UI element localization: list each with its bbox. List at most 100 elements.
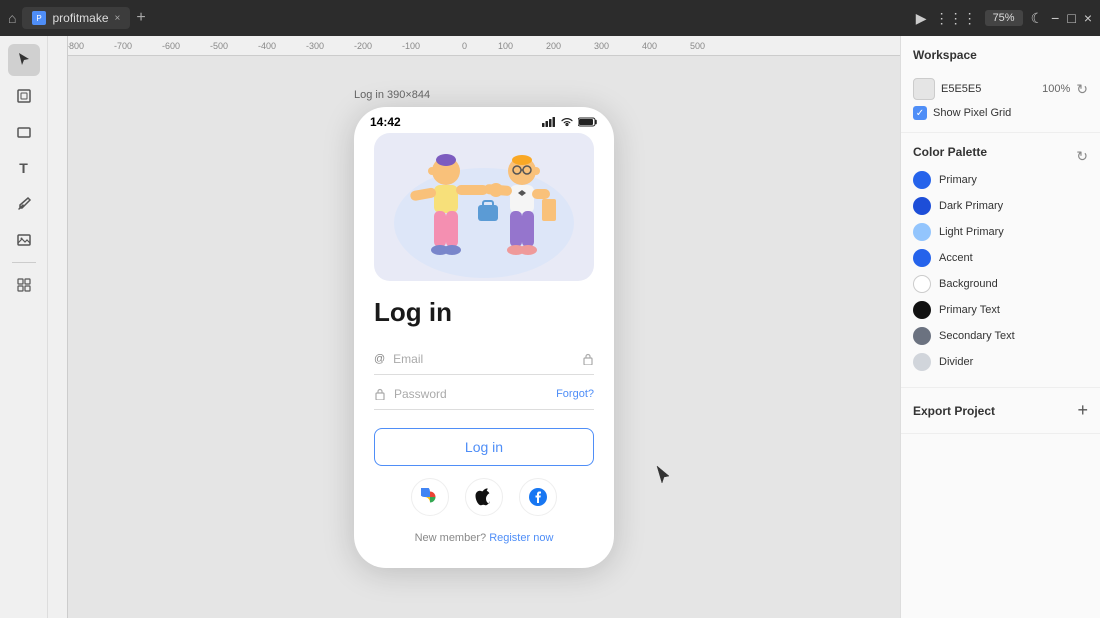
battery-icon bbox=[578, 117, 598, 127]
palette-item[interactable]: Accent bbox=[913, 245, 1088, 271]
frame-icon bbox=[16, 88, 32, 104]
zoom-badge[interactable]: 75% bbox=[985, 10, 1023, 26]
palette-item[interactable]: Background bbox=[913, 271, 1088, 297]
palette-color-label: Accent bbox=[939, 252, 973, 264]
grid-icon[interactable]: ⋮⋮⋮ bbox=[935, 10, 977, 27]
palette-color-label: Primary bbox=[939, 174, 977, 186]
ruler-horizontal: -800 -700 -600 -500 -400 -300 -200 -100 … bbox=[48, 36, 900, 56]
palette-item[interactable]: Divider bbox=[913, 349, 1088, 375]
rectangle-tool[interactable] bbox=[8, 116, 40, 148]
play-icon[interactable]: ▶ bbox=[916, 10, 927, 27]
phone-status-bar: 14:42 bbox=[354, 107, 614, 133]
add-tab-button[interactable]: + bbox=[136, 9, 145, 27]
palette-item[interactable]: Secondary Text bbox=[913, 323, 1088, 349]
lock-icon bbox=[582, 353, 594, 365]
palette-header: Color Palette ↻ bbox=[913, 145, 1088, 167]
frame-tool[interactable] bbox=[8, 80, 40, 112]
right-panel: Workspace E5E5E5 100% ↻ ✓ Show Pixel Gri… bbox=[900, 36, 1100, 618]
pixel-grid-label: Show Pixel Grid bbox=[933, 107, 1011, 119]
new-member-text: New member? bbox=[415, 532, 487, 544]
svg-text:P: P bbox=[37, 14, 42, 23]
register-link[interactable]: Register now bbox=[489, 532, 553, 544]
color-palette-section: Color Palette ↻ Primary Dark Primary Light… bbox=[901, 133, 1100, 388]
palette-items-container: Primary Dark Primary Light Primary Accent Ba… bbox=[913, 167, 1088, 375]
component-tool[interactable] bbox=[8, 269, 40, 301]
canvas-area[interactable]: -800 -700 -600 -500 -400 -300 -200 -100 … bbox=[48, 36, 900, 618]
apple-login-button[interactable] bbox=[465, 478, 503, 516]
top-bar: ⌂ P profitmake × + ▶ ⋮⋮⋮ 75% ☾ − □ × bbox=[0, 0, 1100, 36]
phone-time: 14:42 bbox=[370, 115, 401, 129]
text-icon: T bbox=[19, 160, 28, 176]
ruler-vertical bbox=[48, 36, 68, 618]
palette-item[interactable]: Dark Primary bbox=[913, 193, 1088, 219]
pen-icon bbox=[16, 196, 32, 212]
moon-icon[interactable]: ☾ bbox=[1031, 10, 1044, 27]
image-icon bbox=[16, 232, 32, 248]
workspace-color-swatch[interactable] bbox=[913, 78, 935, 100]
palette-color-label: Light Primary bbox=[939, 226, 1004, 238]
phone-status-icons bbox=[542, 117, 598, 127]
password-field[interactable]: Password bbox=[394, 387, 556, 401]
google-icon bbox=[421, 488, 439, 506]
palette-color-label: Background bbox=[939, 278, 998, 290]
tab-close-icon[interactable]: × bbox=[115, 13, 121, 24]
pixel-grid-checkbox[interactable]: ✓ bbox=[913, 106, 927, 120]
palette-refresh-button[interactable]: ↻ bbox=[1076, 148, 1088, 165]
export-section: Export Project + bbox=[901, 388, 1100, 434]
workspace-color-hex: E5E5E5 bbox=[941, 83, 1036, 95]
palette-color-label: Secondary Text bbox=[939, 330, 1015, 342]
email-field[interactable]: Email bbox=[393, 352, 582, 366]
top-bar-left: ⌂ P profitmake × + bbox=[8, 7, 146, 29]
facebook-icon bbox=[529, 488, 547, 506]
maximize-icon[interactable]: □ bbox=[1067, 10, 1075, 26]
social-login-row bbox=[374, 478, 594, 516]
palette-color-label: Dark Primary bbox=[939, 200, 1003, 212]
cursor-icon bbox=[16, 52, 32, 68]
palette-color-dot bbox=[913, 327, 931, 345]
palette-item[interactable]: Primary Text bbox=[913, 297, 1088, 323]
close-window-icon[interactable]: × bbox=[1084, 10, 1092, 26]
login-button[interactable]: Log in bbox=[374, 428, 594, 466]
home-icon[interactable]: ⌂ bbox=[8, 10, 16, 26]
export-title: Export Project bbox=[913, 404, 995, 418]
palette-color-dot bbox=[913, 301, 931, 319]
palette-color-dot bbox=[913, 275, 931, 293]
palette-title: Color Palette bbox=[913, 145, 987, 159]
palette-color-dot bbox=[913, 249, 931, 267]
tab-label: profitmake bbox=[52, 11, 108, 25]
export-add-button[interactable]: + bbox=[1077, 400, 1088, 421]
workspace-color-row: E5E5E5 100% ↻ bbox=[913, 78, 1088, 100]
workspace-refresh-button[interactable]: ↻ bbox=[1076, 81, 1088, 98]
component-icon bbox=[16, 277, 32, 293]
text-tool[interactable]: T bbox=[8, 152, 40, 184]
select-tool[interactable] bbox=[8, 44, 40, 76]
workspace-color-pct: 100% bbox=[1042, 83, 1070, 95]
password-input-row[interactable]: Password Forgot? bbox=[374, 379, 594, 410]
export-header: Export Project + bbox=[913, 400, 1088, 421]
palette-item[interactable]: Primary bbox=[913, 167, 1088, 193]
image-tool[interactable] bbox=[8, 224, 40, 256]
phone-content: Log in @ Email Password Forgot? bbox=[354, 133, 614, 568]
minimize-icon[interactable]: − bbox=[1051, 10, 1059, 26]
pen-tool[interactable] bbox=[8, 188, 40, 220]
active-tab[interactable]: P profitmake × bbox=[22, 7, 130, 29]
rectangle-icon bbox=[16, 124, 32, 140]
workspace-section: Workspace E5E5E5 100% ↻ ✓ Show Pixel Gri… bbox=[901, 36, 1100, 133]
at-icon: @ bbox=[374, 353, 385, 365]
canvas-content: Log in 390×844 14:42 bbox=[68, 56, 900, 618]
tool-divider bbox=[12, 262, 36, 263]
google-login-button[interactable] bbox=[411, 478, 449, 516]
wifi-icon bbox=[560, 117, 574, 127]
facebook-login-button[interactable] bbox=[519, 478, 557, 516]
palette-color-label: Primary Text bbox=[939, 304, 1000, 316]
frame-wrapper: Log in 390×844 14:42 bbox=[354, 107, 614, 568]
palette-color-label: Divider bbox=[939, 356, 973, 368]
palette-color-dot bbox=[913, 197, 931, 215]
palette-item[interactable]: Light Primary bbox=[913, 219, 1088, 245]
email-input-row[interactable]: @ Email bbox=[374, 344, 594, 375]
left-toolbar: T bbox=[0, 36, 48, 618]
illustration bbox=[374, 133, 594, 281]
forgot-link[interactable]: Forgot? bbox=[556, 388, 594, 400]
frame-label: Log in 390×844 bbox=[354, 89, 430, 101]
signal-icon bbox=[542, 117, 556, 127]
